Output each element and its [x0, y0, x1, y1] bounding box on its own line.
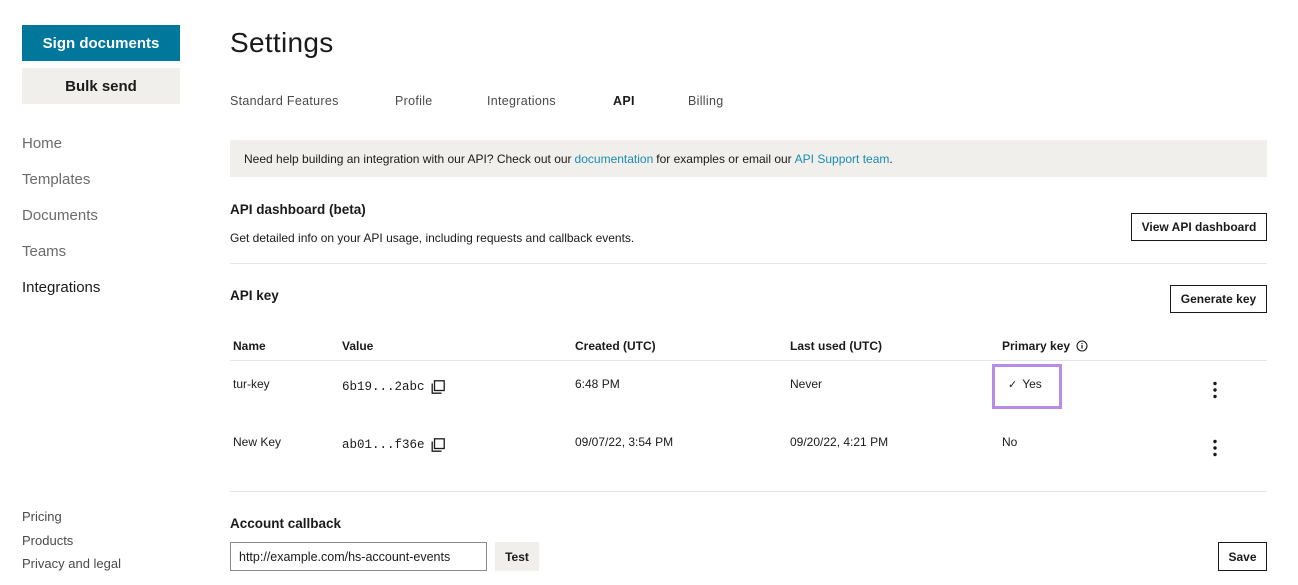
column-header-created: Created (UTC) — [575, 339, 656, 353]
generate-key-button[interactable]: Generate key — [1170, 285, 1267, 313]
key-name: New Key — [233, 435, 282, 449]
footer-link-pricing[interactable]: Pricing — [22, 508, 121, 532]
more-options-icon[interactable] — [1208, 380, 1222, 400]
settings-tabs: Standard Features Profile Integrations A… — [230, 94, 723, 108]
key-primary: No — [1002, 435, 1018, 449]
tab-billing[interactable]: Billing — [688, 94, 723, 108]
key-value: ab01...f36e — [342, 438, 445, 452]
column-header-last-used: Last used (UTC) — [790, 339, 883, 353]
check-icon: ✓ — [1008, 378, 1018, 391]
sidebar-item-teams[interactable]: Teams — [22, 241, 100, 277]
sidebar-item-home[interactable]: Home — [22, 133, 100, 169]
page-title: Settings — [230, 27, 334, 58]
key-created: 6:48 PM — [575, 377, 620, 391]
api-support-link[interactable]: API Support team — [795, 152, 890, 166]
divider — [230, 263, 1267, 264]
sidebar-footer: Pricing Products Privacy and legal — [22, 508, 121, 579]
tab-api[interactable]: API — [613, 94, 688, 108]
sidebar-item-integrations[interactable]: Integrations — [22, 277, 100, 313]
column-header-name: Name — [233, 339, 266, 353]
main-content: Settings Standard Features Profile Integ… — [230, 0, 1267, 585]
key-value-text: ab01...f36e — [342, 438, 425, 452]
key-last-used: Never — [790, 377, 823, 391]
sign-documents-button[interactable]: Sign documents — [22, 25, 180, 61]
tab-profile[interactable]: Profile — [395, 94, 487, 108]
key-primary: ✓ Yes — [1008, 377, 1042, 391]
banner-text: . — [889, 151, 893, 166]
sidebar-nav: Home Templates Documents Teams Integrati… — [22, 133, 100, 313]
key-created: 09/07/22, 3:54 PM — [575, 435, 674, 449]
info-icon[interactable] — [1076, 340, 1088, 352]
tab-integrations[interactable]: Integrations — [487, 94, 613, 108]
sidebar-item-documents[interactable]: Documents — [22, 205, 100, 241]
account-callback-title: Account callback — [230, 516, 342, 531]
save-button[interactable]: Save — [1218, 542, 1267, 571]
copy-icon[interactable] — [431, 380, 445, 394]
more-options-icon[interactable] — [1208, 438, 1222, 458]
sidebar-item-templates[interactable]: Templates — [22, 169, 100, 205]
tab-standard-features[interactable]: Standard Features — [230, 94, 395, 108]
column-header-value: Value — [342, 339, 374, 353]
documentation-link[interactable]: documentation — [575, 152, 654, 166]
key-name: tur-key — [233, 377, 270, 391]
divider — [230, 491, 1267, 492]
column-header-primary-key: Primary key — [1002, 339, 1088, 353]
help-banner: Need help building an integration with o… — [230, 140, 1267, 177]
key-last-used: 09/20/22, 4:21 PM — [790, 435, 889, 449]
copy-icon[interactable] — [431, 438, 445, 452]
key-primary-text: Yes — [1022, 377, 1042, 391]
api-key-title: API key — [230, 288, 279, 303]
key-value-text: 6b19...2abc — [342, 380, 425, 394]
footer-link-privacy[interactable]: Privacy and legal — [22, 555, 121, 579]
test-button[interactable]: Test — [495, 542, 539, 571]
view-api-dashboard-button[interactable]: View API dashboard — [1131, 213, 1267, 241]
footer-link-products[interactable]: Products — [22, 532, 121, 556]
bulk-send-button[interactable]: Bulk send — [22, 68, 180, 104]
api-dashboard-description: Get detailed info on your API usage, inc… — [230, 231, 635, 245]
divider — [230, 360, 1267, 361]
key-value: 6b19...2abc — [342, 380, 445, 394]
banner-text: for examples or email our — [656, 151, 792, 166]
sidebar: Sign documents Bulk send Home Templates … — [0, 0, 200, 585]
column-header-primary-key-label: Primary key — [1002, 339, 1071, 353]
api-dashboard-title: API dashboard (beta) — [230, 202, 366, 217]
callback-url-input[interactable] — [230, 542, 487, 571]
banner-text: Need help building an integration with o… — [244, 151, 572, 166]
